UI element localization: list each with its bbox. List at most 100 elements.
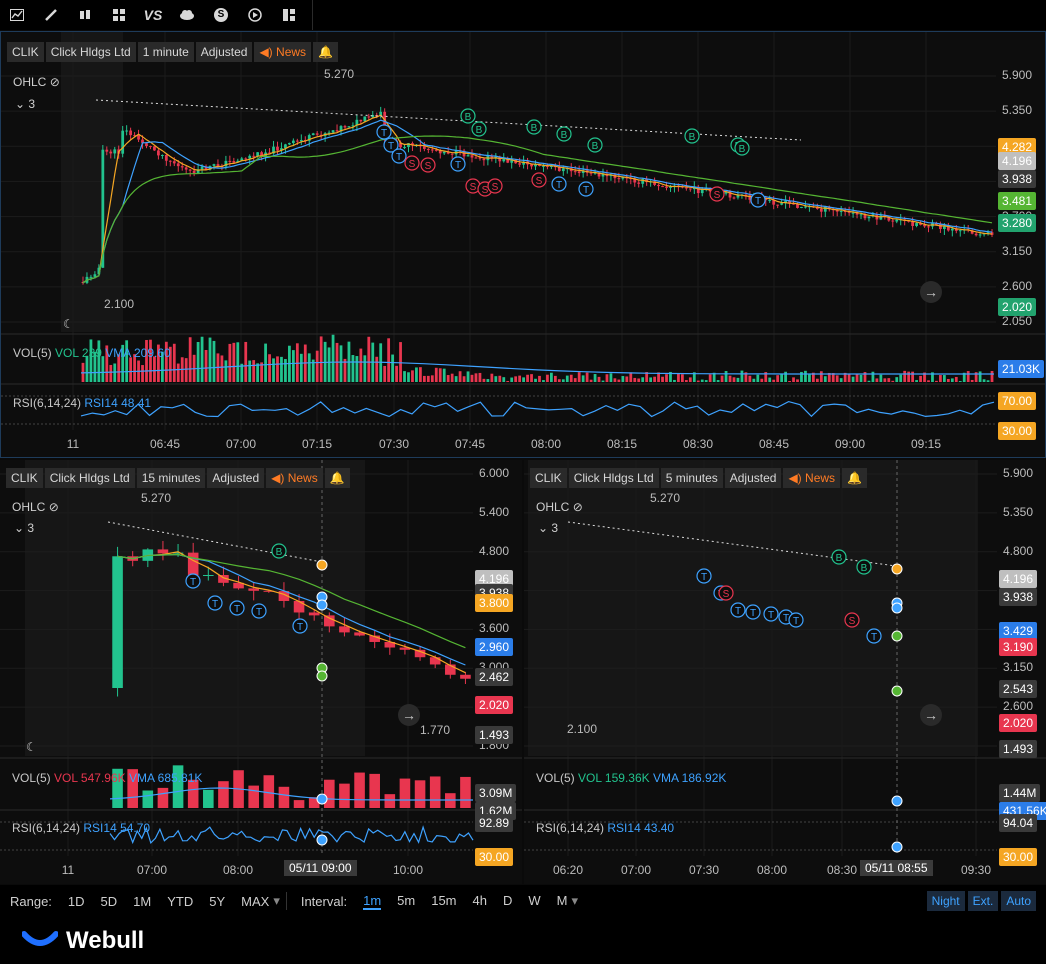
interval-button[interactable]: M	[557, 893, 568, 910]
crosshair-time: 05/11 08:55	[860, 860, 933, 876]
time-tick: 08:45	[758, 437, 790, 451]
ma-toggle[interactable]: ⌄ 3	[538, 521, 558, 535]
candle	[839, 211, 843, 213]
volume-bar	[946, 378, 950, 382]
range-button[interactable]: 1M	[133, 894, 151, 909]
arrow-right-icon[interactable]: →	[398, 704, 420, 726]
interval-button[interactable]: 1m	[363, 893, 382, 910]
symbol-chip[interactable]: CLIK	[7, 42, 44, 62]
chart-panel-5min[interactable]: BBTTTTTTTTSS CLIK Click Hldgs Ltd 5 minu…	[524, 460, 1046, 884]
candles-icon[interactable]	[68, 0, 102, 30]
range-button[interactable]: MAX	[241, 894, 269, 909]
dollar-icon[interactable]: S	[204, 0, 238, 30]
pencil-icon[interactable]	[34, 0, 68, 30]
volume-bar	[637, 378, 641, 382]
signal-marker-label: S	[536, 176, 543, 187]
arrow-right-icon[interactable]: →	[920, 281, 942, 303]
ma-toggle[interactable]: ⌄ 3	[15, 97, 35, 111]
cloud-icon[interactable]	[170, 0, 204, 30]
interval-button[interactable]: 15m	[431, 893, 456, 910]
ma-toggle[interactable]: ⌄ 3	[14, 521, 34, 535]
interval-button[interactable]: D	[503, 893, 512, 910]
signal-marker-label: T	[396, 152, 402, 163]
adjusted-chip[interactable]: Adjusted	[207, 468, 265, 488]
adjusted-chip[interactable]: Adjusted	[195, 42, 253, 62]
signal-marker-label: B	[836, 553, 843, 564]
adjusted-chip[interactable]: Adjusted	[724, 468, 782, 488]
caret-down-icon[interactable]: ▾	[273, 893, 280, 909]
chart-panel-15min[interactable]: B T T T T T CLIK Click Hldgs Ltd 15 minutes A…	[0, 460, 522, 884]
eye-off-icon[interactable]: ⊘	[49, 500, 59, 514]
volume-bar	[700, 379, 704, 382]
interval-chip[interactable]: 1 minute	[137, 42, 194, 62]
time-tick: 07:00	[620, 863, 652, 877]
interval-chip[interactable]: 15 minutes	[136, 468, 206, 488]
volume-bar	[649, 377, 653, 382]
time-tick: 08:30	[826, 863, 858, 877]
candle	[363, 116, 367, 122]
price-tag: 2.960	[475, 638, 514, 656]
volume-bar	[236, 342, 240, 382]
eye-off-icon[interactable]: ⊘	[50, 75, 60, 89]
candle	[359, 119, 363, 122]
session-toggle[interactable]: Ext.	[967, 891, 999, 911]
range-button[interactable]: 5D	[101, 894, 118, 909]
eye-off-icon[interactable]: ⊘	[573, 500, 583, 514]
play-icon[interactable]	[238, 0, 272, 30]
layout-icon[interactable]	[272, 0, 306, 30]
range-button[interactable]: 5Y	[209, 894, 225, 909]
candle	[573, 171, 577, 173]
candle	[684, 187, 688, 189]
candle	[442, 151, 446, 154]
interval-chip[interactable]: 5 minutes	[660, 468, 723, 488]
symbol-chip[interactable]: CLIK	[6, 468, 43, 488]
interval-button[interactable]: W	[528, 893, 540, 910]
volume-bar	[688, 377, 692, 382]
volume-bar	[224, 360, 228, 382]
interval-button[interactable]: 5m	[397, 893, 415, 910]
volume-bar	[220, 355, 224, 382]
time-tick: 08:00	[530, 437, 562, 451]
range-button[interactable]: 1D	[68, 894, 85, 909]
volume-bar	[514, 376, 518, 382]
bell-icon[interactable]: 🔔	[324, 468, 350, 488]
grid-icon[interactable]	[102, 0, 136, 30]
volume-bar	[970, 379, 974, 382]
chart-icon[interactable]	[0, 0, 34, 30]
compare-icon[interactable]: VS	[136, 0, 170, 30]
bell-icon[interactable]: 🔔	[842, 468, 867, 488]
news-chip[interactable]: ◀) News	[783, 468, 841, 488]
volume-bar	[367, 336, 371, 382]
volume-bar	[293, 800, 305, 808]
volume-bar	[788, 380, 791, 382]
volume-bar	[593, 374, 597, 382]
symbol-chip[interactable]: CLIK	[530, 468, 567, 488]
volume-bar	[653, 376, 656, 382]
volume-bar	[369, 773, 380, 808]
candle	[157, 150, 160, 156]
news-chip[interactable]: ◀) News	[266, 468, 323, 488]
candle	[470, 155, 474, 158]
bell-icon[interactable]: 🔔	[313, 42, 338, 62]
session-toggle[interactable]: Auto	[1001, 891, 1036, 911]
volume-bar	[415, 367, 418, 382]
volume-bar	[907, 371, 911, 382]
session-toggle[interactable]: Night	[926, 891, 965, 911]
time-tick: 06:20	[552, 863, 584, 877]
chart-canvas-1min[interactable]: BBBBBBBBTTTTTTTSSSSSSS	[1, 32, 1046, 458]
volume-bar	[278, 786, 290, 808]
candle	[429, 657, 441, 665]
signal-marker-label: T	[234, 604, 240, 615]
top-toolbar: VS S	[0, 0, 1046, 30]
candle	[252, 155, 256, 157]
volume-bar	[176, 363, 180, 382]
candle	[93, 274, 97, 277]
chart-panel-1min[interactable]: BBBBBBBBTTTTTTTSSSSSSS CLIK Click Hldgs …	[0, 31, 1046, 458]
interval-button[interactable]: 4h	[473, 893, 487, 910]
range-button[interactable]: YTD	[167, 894, 193, 909]
time-tick: 09:15	[910, 437, 942, 451]
caret-down-icon[interactable]: ▾	[572, 893, 579, 909]
arrow-right-icon[interactable]: →	[920, 704, 942, 726]
news-chip[interactable]: ◀) News	[254, 42, 312, 62]
rsi-line	[80, 400, 995, 418]
